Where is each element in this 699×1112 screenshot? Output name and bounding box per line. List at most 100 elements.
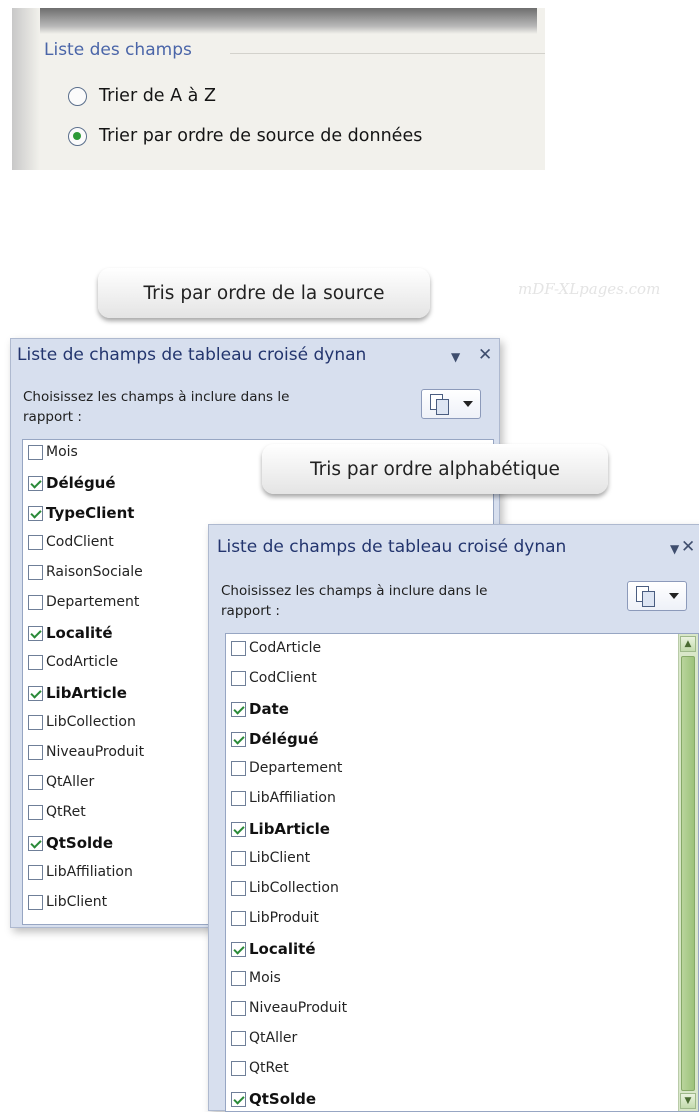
field-checkbox[interactable] xyxy=(28,505,43,521)
field-checkbox[interactable] xyxy=(231,640,246,656)
field-checkbox[interactable] xyxy=(231,1091,246,1107)
field-item[interactable]: QtAller xyxy=(231,1030,297,1046)
field-item[interactable]: QtSolde xyxy=(231,1090,316,1108)
field-item[interactable]: CodArticle xyxy=(28,654,118,670)
field-checkbox[interactable] xyxy=(231,1030,246,1046)
field-item[interactable]: Departement xyxy=(231,760,342,776)
group-divider xyxy=(230,53,545,54)
field-item[interactable]: LibArticle xyxy=(28,684,127,702)
layout-options-button[interactable] xyxy=(421,389,481,419)
scroll-down-icon[interactable]: ▼ xyxy=(680,1093,696,1109)
scroll-thumb[interactable] xyxy=(681,656,695,1091)
field-checkbox[interactable] xyxy=(28,835,43,851)
field-checkbox[interactable] xyxy=(231,910,246,926)
close-icon[interactable]: ✕ xyxy=(681,537,695,557)
field-checkbox[interactable] xyxy=(28,774,43,790)
radio-sort-az[interactable] xyxy=(68,86,87,106)
field-checkbox[interactable] xyxy=(231,1000,246,1016)
sort-source-option[interactable]: Trier par ordre de source de données xyxy=(68,126,422,146)
field-item[interactable]: LibAffiliation xyxy=(28,864,133,880)
field-checkbox[interactable] xyxy=(28,685,43,701)
field-checkbox[interactable] xyxy=(28,804,43,820)
field-label: Localité xyxy=(249,940,316,958)
field-checkbox[interactable] xyxy=(28,744,43,760)
field-item[interactable]: QtRet xyxy=(231,1060,289,1076)
field-item[interactable]: LibProduit xyxy=(231,910,319,926)
field-checkbox[interactable] xyxy=(231,850,246,866)
field-item[interactable]: CodClient xyxy=(28,534,114,550)
field-checkbox[interactable] xyxy=(231,760,246,776)
field-item[interactable]: TypeClient xyxy=(28,504,134,522)
field-label: Departement xyxy=(46,594,140,610)
field-label: LibClient xyxy=(46,894,108,910)
panel-hint: Choisissez les champs à inclure dans le … xyxy=(23,389,290,425)
field-checkbox[interactable] xyxy=(28,475,43,491)
field-checkbox[interactable] xyxy=(231,731,246,747)
field-label: LibProduit xyxy=(249,910,319,926)
scroll-up-icon[interactable]: ▲ xyxy=(680,636,696,652)
close-icon[interactable]: ✕ xyxy=(478,345,492,365)
field-label: NiveauProduit xyxy=(46,744,145,760)
field-checkbox[interactable] xyxy=(28,534,43,550)
field-item[interactable]: Mois xyxy=(28,444,78,460)
field-item[interactable]: Délégué xyxy=(28,474,116,492)
panel-title: Liste de champs de tableau croisé dynan xyxy=(217,537,567,557)
field-label: Délégué xyxy=(249,730,319,748)
field-item[interactable]: RaisonSociale xyxy=(28,564,143,580)
field-checkbox[interactable] xyxy=(231,670,246,686)
field-label: QtSolde xyxy=(249,1090,317,1108)
field-item[interactable]: LibCollection xyxy=(28,714,136,730)
field-checkbox[interactable] xyxy=(231,1060,246,1076)
field-item[interactable]: Mois xyxy=(231,970,281,986)
field-checkbox[interactable] xyxy=(231,701,246,717)
field-label: RaisonSociale xyxy=(46,564,143,580)
panel-menu-icon[interactable]: ▼ xyxy=(670,542,679,556)
field-label: QtRet xyxy=(249,1060,289,1076)
field-item[interactable]: QtSolde xyxy=(28,834,113,852)
field-item[interactable]: Délégué xyxy=(231,730,319,748)
field-item[interactable]: CodClient xyxy=(231,670,317,686)
chevron-down-icon xyxy=(668,593,679,599)
field-checkbox[interactable] xyxy=(28,714,43,730)
sort-az-option[interactable]: Trier de A à Z xyxy=(68,86,216,106)
field-label: Localité xyxy=(46,624,113,642)
field-checkbox[interactable] xyxy=(28,654,43,670)
field-checkbox[interactable] xyxy=(28,894,43,910)
vertical-scrollbar[interactable]: ▲ ▼ xyxy=(678,634,698,1111)
field-checkbox[interactable] xyxy=(28,625,43,641)
field-checkbox[interactable] xyxy=(231,970,246,986)
field-label: LibAffiliation xyxy=(249,790,336,806)
field-item[interactable]: NiveauProduit xyxy=(28,744,144,760)
field-checkbox[interactable] xyxy=(231,880,246,896)
panel-menu-icon[interactable]: ▼ xyxy=(451,350,460,364)
field-label: LibCollection xyxy=(249,880,339,896)
field-item[interactable]: LibClient xyxy=(28,894,107,910)
radio-sort-source[interactable] xyxy=(68,126,87,146)
field-item[interactable]: NiveauProduit xyxy=(231,1000,347,1016)
field-item[interactable]: Localité xyxy=(231,940,316,958)
sort-az-label: Trier de A à Z xyxy=(99,86,216,106)
field-label: LibAffiliation xyxy=(46,864,133,880)
field-item[interactable]: Localité xyxy=(28,624,113,642)
field-checkbox[interactable] xyxy=(28,864,43,880)
field-item[interactable]: QtRet xyxy=(28,804,86,820)
field-checkbox[interactable] xyxy=(28,564,43,580)
field-item[interactable]: LibAffiliation xyxy=(231,790,336,806)
field-checkbox[interactable] xyxy=(231,821,246,837)
field-label: Departement xyxy=(249,760,343,776)
field-item[interactable]: Date xyxy=(231,700,289,718)
group-shadow-left xyxy=(12,8,40,170)
field-checkbox[interactable] xyxy=(231,941,246,957)
field-item[interactable]: LibClient xyxy=(231,850,310,866)
field-checkbox[interactable] xyxy=(28,444,43,460)
sort-source-label: Trier par ordre de source de données xyxy=(99,126,423,146)
field-item[interactable]: LibCollection xyxy=(231,880,339,896)
layout-options-button[interactable] xyxy=(627,581,687,611)
field-checkbox[interactable] xyxy=(231,790,246,806)
field-item[interactable]: QtAller xyxy=(28,774,94,790)
field-item[interactable]: LibArticle xyxy=(231,820,330,838)
field-checkbox[interactable] xyxy=(28,594,43,610)
field-item[interactable]: CodArticle xyxy=(231,640,321,656)
field-item[interactable]: Departement xyxy=(28,594,139,610)
field-label: Mois xyxy=(249,970,281,986)
